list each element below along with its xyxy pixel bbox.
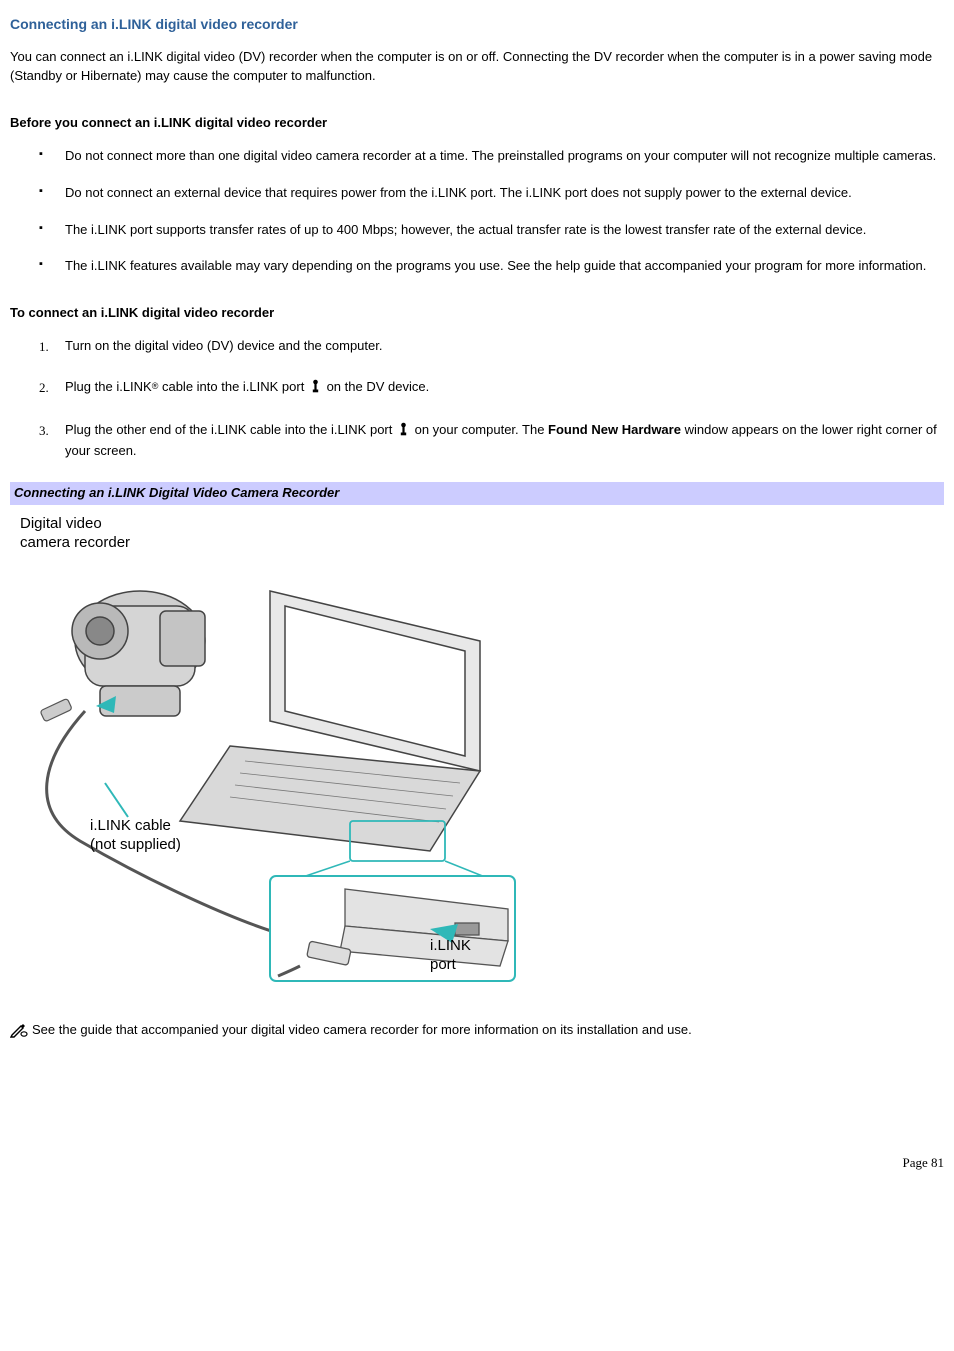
list-item: The i.LINK port supports transfer rates … [65, 221, 944, 240]
list-item: Turn on the digital video (DV) device an… [65, 337, 944, 356]
note-text: See the guide that accompanied your digi… [32, 1022, 692, 1037]
figure-label-port: i.LINK port [430, 937, 471, 975]
figure-label-text: i.LINK cable [90, 817, 171, 834]
step-text: on your computer. The [411, 422, 548, 437]
step-text: on the DV device. [323, 379, 429, 394]
ilink-port-icon [398, 422, 409, 442]
list-item: Plug the other end of the i.LINK cable i… [65, 421, 944, 461]
step-text: cable into the i.LINK port [158, 379, 308, 394]
figure-label-text: i.LINK [430, 937, 471, 954]
connection-diagram: Digital video camera recorder i.LINK cab… [10, 511, 530, 991]
list-item: Plug the i.LINK® cable into the i.LINK p… [65, 378, 944, 399]
before-heading: Before you connect an i.LINK digital vid… [10, 114, 944, 133]
ilink-port-icon [310, 379, 321, 399]
connect-heading: To connect an i.LINK digital video recor… [10, 304, 944, 323]
figure-label-text: (not supplied) [90, 836, 181, 853]
figure-label-cable: i.LINK cable (not supplied) [90, 817, 181, 855]
steps-list: Turn on the digital video (DV) device an… [10, 337, 944, 460]
list-item: The i.LINK features available may vary d… [65, 257, 944, 276]
figure-label-camera: Digital video camera recorder [20, 515, 130, 553]
page-title: Connecting an i.LINK digital video recor… [10, 14, 944, 34]
diagram-svg [10, 511, 530, 991]
note-pencil-icon [10, 1022, 28, 1044]
note-row: See the guide that accompanied your digi… [10, 1021, 944, 1044]
figure-label-text: port [430, 956, 456, 973]
figure-caption: Connecting an i.LINK Digital Video Camer… [10, 482, 944, 505]
before-list: Do not connect more than one digital vid… [10, 147, 944, 276]
found-new-hardware-label: Found New Hardware [548, 422, 681, 437]
step-text: Plug the i.LINK [65, 379, 152, 394]
list-item: Do not connect more than one digital vid… [65, 147, 944, 166]
list-item: Do not connect an external device that r… [65, 184, 944, 203]
step-text: Plug the other end of the i.LINK cable i… [65, 422, 396, 437]
page-number: Page 81 [10, 1154, 944, 1173]
intro-paragraph: You can connect an i.LINK digital video … [10, 48, 944, 86]
